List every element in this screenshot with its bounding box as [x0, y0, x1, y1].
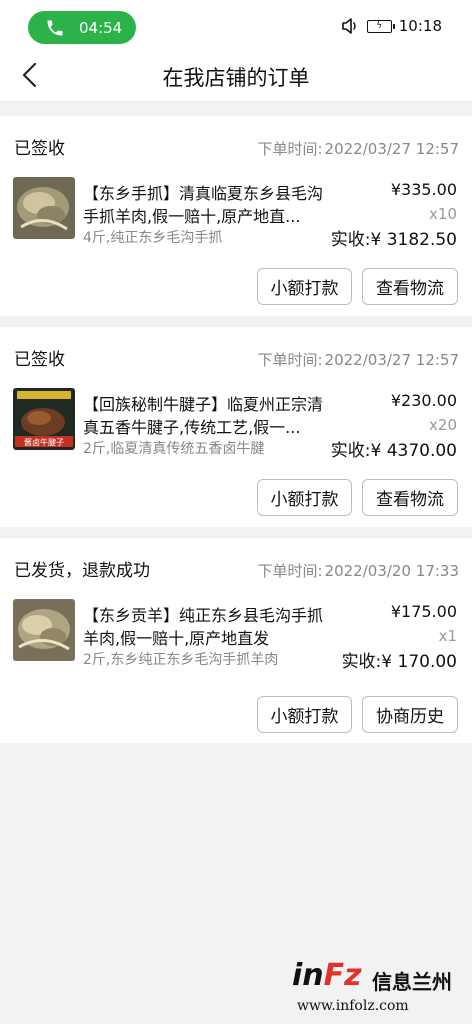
call-duration: 04:54: [79, 18, 123, 37]
product-thumbnail[interactable]: [13, 177, 75, 239]
thumbnail-caption: 酱卤牛腱子: [24, 437, 64, 447]
page-title: 在我店铺的订单: [162, 66, 310, 90]
quantity: x20: [429, 416, 457, 434]
order-status: 已签收: [14, 139, 65, 159]
status-bar: 04:54 ϟ 10:18: [0, 0, 472, 52]
order-card[interactable]: 已签收 下单时间: 2022/03/27 12:57 酱卤牛腱子 【回族秘制牛腱子…: [0, 327, 472, 527]
product-title[interactable]: 【回族秘制牛腱子】临夏州正宗清真五香牛腱子,传统工艺,假一...: [83, 393, 333, 439]
volume-icon: [341, 18, 356, 34]
micro-payment-button[interactable]: 小额打款: [257, 479, 352, 516]
battery-icon: ϟ: [366, 19, 395, 33]
watermark-url: www.infolz.com: [297, 998, 409, 1014]
product-spec: 4斤,纯正东乡毛沟手抓: [83, 230, 223, 246]
clock: 10:18: [398, 17, 442, 35]
product-title[interactable]: 【东乡手抓】清真临夏东乡县毛沟手抓羊肉,假一赔十,原产地直...: [83, 182, 333, 228]
negotiation-history-button[interactable]: 协商历史: [362, 696, 458, 733]
product-spec: 2斤,东乡纯正东乡毛沟手抓羊肉: [83, 652, 279, 668]
product-thumbnail[interactable]: 酱卤牛腱子: [13, 388, 75, 450]
watermark-brand: inFz: [292, 958, 362, 993]
quantity: x10: [429, 205, 457, 223]
view-logistics-button[interactable]: 查看物流: [362, 268, 458, 305]
micro-payment-button[interactable]: 小额打款: [257, 696, 352, 733]
ongoing-call-pill[interactable]: 04:54: [28, 11, 136, 44]
product-thumbnail[interactable]: [13, 599, 75, 661]
phone-icon: [47, 20, 63, 35]
micro-payment-button[interactable]: 小额打款: [257, 268, 352, 305]
unit-price: ¥230.00: [390, 391, 457, 410]
watermark-logo: inFz 信息兰州 www.infolz.com: [292, 958, 462, 1018]
amount-received: 实收:¥ 4370.00: [330, 441, 457, 461]
unit-price: ¥175.00: [390, 602, 457, 621]
view-logistics-button[interactable]: 查看物流: [362, 479, 458, 516]
order-time: 下单时间: 2022/03/27 12:57: [257, 351, 459, 369]
order-time: 下单时间: 2022/03/27 12:57: [257, 140, 459, 158]
quantity: x1: [438, 627, 457, 645]
unit-price: ¥335.00: [390, 180, 457, 199]
amount-received: 实收:¥ 3182.50: [330, 230, 457, 250]
product-spec: 2斤,临夏清真传统五香卤牛腱: [83, 441, 265, 457]
amount-received: 实收:¥ 170.00: [341, 652, 457, 672]
order-status: 已签收: [14, 350, 65, 370]
order-card[interactable]: 已签收 下单时间: 2022/03/27 12:57 【东乡手抓】清真临夏东乡县毛…: [0, 116, 472, 316]
order-card[interactable]: 已发货，退款成功 下单时间: 2022/03/20 17:33 【东乡贡羊】纯正东…: [0, 538, 472, 743]
order-status: 已发货，退款成功: [14, 561, 150, 581]
watermark-chinese-name: 信息兰州: [372, 970, 452, 994]
nav-bar: 在我店铺的订单: [0, 52, 472, 102]
order-time: 下单时间: 2022/03/20 17:33: [257, 562, 459, 580]
product-title[interactable]: 【东乡贡羊】纯正东乡县毛沟手抓羊肉,假一赔十,原产地直发: [83, 604, 333, 650]
